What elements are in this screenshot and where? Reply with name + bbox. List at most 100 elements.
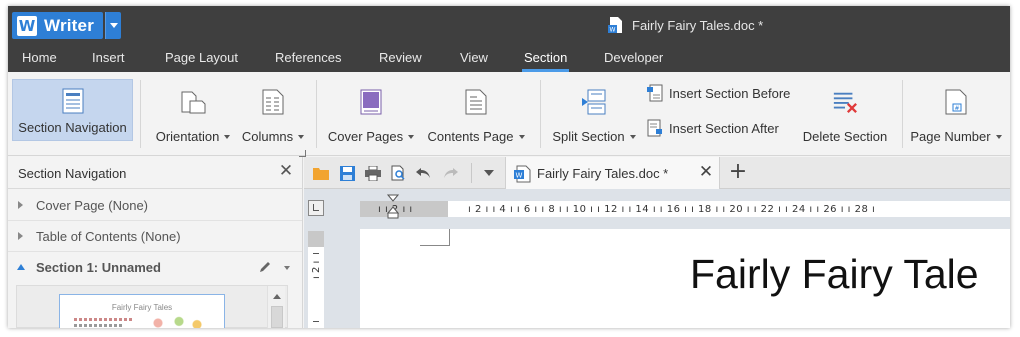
indent-marker-icon[interactable]	[387, 194, 399, 220]
nav-item-table-of-contents[interactable]: Table of Contents (None)	[8, 221, 302, 252]
page-number-icon: #	[943, 88, 969, 116]
scroll-up-icon[interactable]	[273, 294, 281, 299]
thumbnail-illustration	[146, 315, 206, 328]
undo-icon[interactable]	[414, 164, 432, 182]
app-name: Writer	[44, 15, 95, 35]
menu-home[interactable]: Home	[22, 50, 57, 65]
ribbon-divider	[902, 80, 903, 148]
section-navigation-pane: Section Navigation ✕ Cover Page (None) T…	[8, 157, 303, 328]
ruler-tick	[313, 321, 319, 322]
ribbon-divider	[540, 80, 541, 148]
menu-page-layout[interactable]: Page Layout	[165, 50, 238, 65]
expand-arrow-icon[interactable]	[18, 201, 23, 209]
page-number-button[interactable]: # Page Number	[908, 72, 1004, 156]
thumbnail-title: Fairly Fairy Tales	[111, 303, 173, 312]
print-preview-icon[interactable]	[389, 164, 407, 182]
thumbnail-scrollbar[interactable]	[267, 286, 285, 328]
pencil-icon[interactable]	[258, 260, 272, 274]
chevron-down-icon	[629, 134, 636, 139]
ribbon-divider	[316, 80, 317, 148]
cover-pages-label: Cover Pages	[327, 129, 404, 144]
nav-item-label: Section 1: Unnamed	[36, 260, 161, 275]
insert-section-before-label: Insert Section Before	[669, 85, 791, 101]
chevron-down-icon	[408, 134, 415, 139]
horizontal-ruler[interactable]: ı ı 2 ı ı ı 2 ı ı 4 ı ı 6 ı ı 8 ı ı 10 ı…	[360, 201, 1010, 217]
ribbon: Section Navigation Orientation Columns C…	[8, 72, 1010, 157]
document-page[interactable]: Fairly Fairy Tale	[360, 229, 1010, 328]
app-menu-dropdown[interactable]	[105, 12, 121, 39]
close-tab-icon[interactable]: ✕	[698, 163, 714, 181]
ruler-tick-label: ı 2 ı ı 4 ı ı 6 ı ı 8 ı ı 10 ı ı 12 ı ı …	[468, 204, 876, 215]
dialog-launcher-icon[interactable]	[299, 150, 306, 157]
document-area: W Fairly Fairy Tales.doc * ✕ + ı ı 2 ı ı…	[304, 157, 1010, 328]
menu-insert[interactable]: Insert	[92, 50, 125, 65]
print-icon[interactable]	[364, 164, 382, 182]
page-number-label: Page Number	[910, 129, 991, 144]
svg-text:W: W	[610, 27, 616, 34]
orientation-icon	[180, 88, 206, 116]
collapse-arrow-icon[interactable]	[17, 264, 25, 270]
nav-item-section-1[interactable]: Section 1: Unnamed	[8, 252, 302, 283]
title-bar: W Writer W Fairly Fairy Tales.doc *	[8, 6, 1010, 44]
window-title: W Fairly Fairy Tales.doc *	[608, 16, 763, 34]
insert-section-after-label: Insert Section After	[669, 120, 779, 136]
window-title-text: Fairly Fairy Tales.doc *	[632, 17, 764, 33]
close-icon[interactable]: ✕	[278, 163, 294, 180]
menu-review[interactable]: Review	[379, 50, 422, 65]
section-navigation-button[interactable]: Section Navigation	[12, 79, 133, 141]
orientation-button[interactable]: Orientation	[152, 72, 234, 156]
navigation-pane-title: Section Navigation	[18, 166, 127, 181]
section-thumbnail-area: Fairly Fairy Tales	[16, 285, 288, 328]
nav-item-label: Table of Contents (None)	[36, 229, 181, 244]
menu-bar: Home Insert Page Layout References Revie…	[8, 44, 1010, 72]
section-navigation-icon	[60, 87, 86, 115]
thumbnail-text-line	[74, 318, 134, 321]
scrollbar-thumb[interactable]	[271, 306, 283, 328]
cover-pages-icon	[358, 88, 384, 116]
customize-toolbar-dropdown-icon[interactable]	[480, 164, 498, 182]
save-icon[interactable]	[338, 164, 356, 182]
delete-section-icon	[832, 88, 858, 116]
navigation-pane-header: Section Navigation ✕	[8, 157, 302, 189]
menu-view[interactable]: View	[460, 50, 488, 65]
redo-icon[interactable]	[441, 164, 459, 182]
vertical-ruler[interactable]: ı 2 ı	[308, 231, 324, 328]
orientation-label: Orientation	[155, 129, 220, 144]
insert-section-before-button[interactable]: Insert Section Before	[646, 84, 790, 102]
nav-item-label: Cover Page (None)	[36, 198, 148, 213]
document-tab-bar: W Fairly Fairy Tales.doc * ✕ +	[304, 157, 1010, 189]
svg-text:W: W	[516, 172, 523, 180]
document-tab-label: Fairly Fairy Tales.doc *	[537, 166, 669, 181]
open-folder-icon[interactable]	[312, 164, 330, 182]
page-thumbnail[interactable]: Fairly Fairy Tales	[59, 294, 225, 328]
nav-item-cover-page[interactable]: Cover Page (None)	[8, 190, 302, 221]
app-menu-button[interactable]: W Writer	[12, 12, 103, 39]
menu-developer[interactable]: Developer	[604, 50, 663, 65]
document-heading[interactable]: Fairly Fairy Tale	[690, 251, 979, 298]
contents-page-button[interactable]: Contents Page	[424, 72, 528, 156]
expand-arrow-icon[interactable]	[18, 232, 23, 240]
ribbon-divider	[140, 80, 141, 148]
menu-references[interactable]: References	[275, 50, 341, 65]
svg-text:#: #	[955, 105, 960, 112]
new-tab-icon[interactable]: +	[728, 161, 748, 183]
word-document-icon: W	[514, 165, 531, 183]
split-section-icon	[581, 88, 607, 116]
chevron-down-icon	[298, 134, 305, 139]
document-tab[interactable]: W Fairly Fairy Tales.doc * ✕	[505, 157, 720, 189]
contents-page-label: Contents Page	[427, 129, 514, 144]
section-navigation-label: Section Navigation	[18, 120, 127, 135]
columns-button[interactable]: Columns	[240, 72, 306, 156]
chevron-down-icon	[224, 134, 231, 139]
menu-section[interactable]: Section	[521, 50, 570, 72]
crop-mark	[420, 229, 450, 246]
split-section-button[interactable]: Split Section	[550, 72, 638, 156]
cover-pages-button[interactable]: Cover Pages	[326, 72, 416, 156]
ruler-tick-label: ı 2 ı	[311, 260, 322, 279]
delete-section-button[interactable]: Delete Section	[798, 72, 892, 156]
delete-section-label: Delete Section	[802, 129, 888, 144]
insert-section-after-button[interactable]: Insert Section After	[646, 119, 779, 137]
columns-label: Columns	[241, 129, 294, 144]
tab-stop-selector-icon[interactable]	[308, 200, 324, 216]
chevron-down-icon[interactable]	[284, 266, 290, 270]
